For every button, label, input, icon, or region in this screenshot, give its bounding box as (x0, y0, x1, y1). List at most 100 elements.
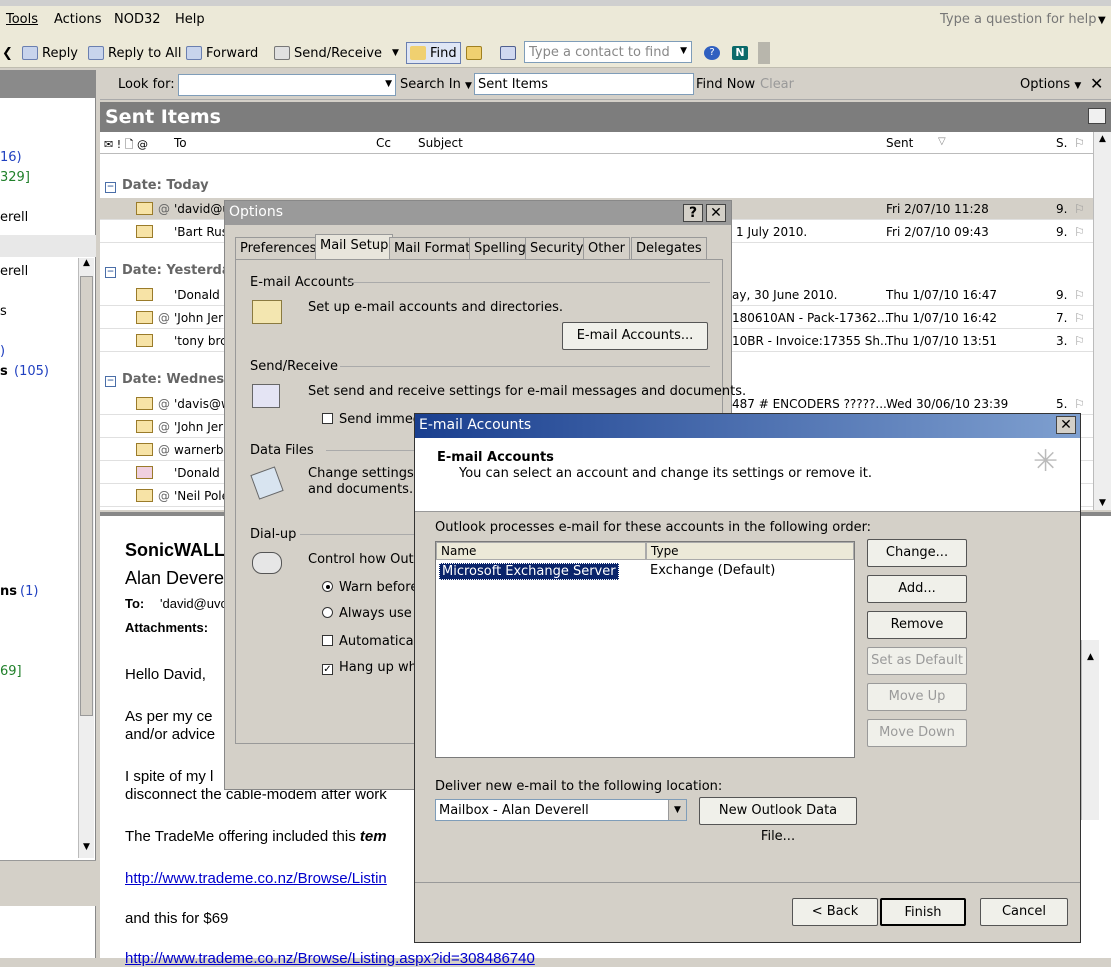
back-button[interactable]: < Back (792, 898, 878, 926)
flag-icon[interactable]: ⚐ (1074, 334, 1085, 348)
nav-folder-count[interactable]: (1) (20, 584, 38, 599)
close-icon[interactable]: ✕ (706, 204, 726, 222)
scroll-down-icon[interactable]: ▼ (79, 842, 94, 858)
menu-tools[interactable]: Tools (6, 12, 38, 27)
previous-icon[interactable]: ❮ (2, 42, 13, 64)
email-accounts-button[interactable]: E-mail Accounts... (562, 322, 708, 350)
search-in-field[interactable]: Sent Items (474, 73, 694, 95)
column-sent[interactable]: Sent (886, 136, 913, 150)
cancel-button[interactable]: Cancel (980, 898, 1068, 926)
column-cc[interactable]: Cc (376, 136, 391, 150)
flag-column-icon[interactable]: ⚐ (1074, 136, 1085, 150)
help-icon[interactable]: ? (683, 204, 703, 222)
scroll-down-icon[interactable]: ▼ (1094, 498, 1111, 508)
close-icon[interactable]: ✕ (1056, 416, 1076, 434)
menu-help[interactable]: Help (175, 12, 205, 27)
account-name[interactable]: Microsoft Exchange Server (439, 563, 619, 580)
add-button[interactable]: Add... (867, 575, 967, 603)
move-up-button[interactable]: Move Up (867, 683, 967, 711)
scroll-up-icon[interactable]: ▲ (1094, 134, 1111, 144)
group-header[interactable]: − Date: Yesterda (105, 263, 231, 278)
change-button[interactable]: Change... (867, 539, 967, 567)
body-link[interactable]: http://www.trademe.co.nz/Browse/Listin (125, 870, 387, 887)
nav-folder-count[interactable]: (105) (14, 364, 49, 379)
column-icons[interactable]: ✉ ! 🗋 @ (104, 136, 148, 155)
close-find-bar-icon[interactable]: ✕ (1090, 74, 1103, 93)
scroll-up-icon[interactable]: ▲ (79, 258, 94, 274)
column-subject[interactable]: Subject (418, 136, 463, 150)
reading-pane-scrollbar[interactable]: ▲ (1081, 640, 1099, 820)
menu-actions[interactable]: Actions (54, 12, 102, 27)
nav-folder[interactable]: s (0, 364, 8, 379)
clear-button[interactable]: Clear (760, 77, 794, 92)
address-book-icon[interactable] (500, 42, 516, 64)
organize-icon[interactable] (466, 42, 482, 64)
folder-view-icon[interactable] (1088, 108, 1106, 124)
toolbar-overflow-icon[interactable] (758, 42, 770, 64)
search-in-button[interactable]: Search In ▼ (400, 77, 472, 92)
nav-folder[interactable]: erell (0, 210, 28, 225)
finish-button[interactable]: Finish (880, 898, 966, 926)
look-for-input[interactable]: ▼ (178, 74, 396, 96)
send-receive-description: Set send and receive settings for e-mail… (308, 384, 747, 399)
forward-button[interactable]: Forward (186, 42, 258, 64)
flag-icon[interactable]: ⚐ (1074, 397, 1085, 411)
contact-search-box[interactable]: Type a contact to find ▼ (524, 41, 692, 63)
help-question-box[interactable]: Type a question for help (940, 12, 1097, 27)
chevron-down-icon[interactable]: ▼ (668, 800, 686, 820)
nav-buttons (0, 860, 96, 906)
automatically-checkbox[interactable]: Automatically (322, 634, 429, 649)
nav-folder[interactable]: s (0, 304, 7, 319)
remove-button[interactable]: Remove (867, 611, 967, 639)
send-receive-button[interactable]: Send/Receive ▼ (274, 42, 399, 64)
find-button[interactable]: Find (406, 42, 461, 64)
menu-bar: Tools Actions NOD32 Help Type a question… (0, 0, 1111, 36)
tab-security[interactable]: Security (525, 237, 589, 259)
flag-icon[interactable]: ⚐ (1074, 311, 1085, 325)
nod32-icon[interactable]: N (732, 42, 748, 64)
column-to[interactable]: To (174, 136, 187, 150)
reply-all-button[interactable]: Reply to All (88, 42, 181, 64)
nav-folder-count[interactable]: 16) (0, 150, 22, 165)
deliver-location-select[interactable]: Mailbox - Alan Deverell ▼ (435, 799, 687, 821)
body-link[interactable]: http://www.trademe.co.nz/Browse/Listing.… (125, 950, 535, 967)
column-name[interactable]: Name (436, 542, 646, 560)
tab-mail-setup[interactable]: Mail Setup (315, 234, 394, 260)
nav-folder[interactable]: erell (0, 264, 28, 279)
find-options-button[interactable]: Options ▼ (1020, 77, 1081, 92)
warn-before-radio[interactable]: Warn before (322, 580, 418, 595)
tab-other[interactable]: Other (583, 237, 630, 259)
new-data-file-button[interactable]: New Outlook Data File... (699, 797, 857, 844)
help-icon[interactable]: ? (704, 42, 720, 64)
tab-delegates[interactable]: Delegates (631, 237, 707, 259)
tab-preferences[interactable]: Preferences (235, 237, 322, 259)
accounts-list[interactable]: Name Type Microsoft Exchange Server Exch… (435, 541, 855, 758)
move-down-button[interactable]: Move Down (867, 719, 967, 747)
contact-dropdown-icon[interactable]: ▼ (680, 46, 687, 56)
nav-scroll-thumb[interactable] (80, 276, 93, 716)
flag-icon[interactable]: ⚐ (1074, 288, 1085, 302)
tab-mail-format[interactable]: Mail Format (389, 237, 476, 259)
nav-folder-count[interactable]: 69] (0, 664, 22, 679)
flag-icon[interactable]: ⚐ (1074, 202, 1085, 216)
envelope-icon (136, 288, 153, 301)
send-immediately-checkbox[interactable]: Send immedi (322, 412, 425, 427)
menu-nod32[interactable]: NOD32 (114, 12, 161, 27)
scroll-up-icon[interactable]: ▲ (1082, 652, 1099, 662)
find-now-button[interactable]: Find Now (696, 77, 755, 92)
nav-folder-count[interactable]: ) (0, 344, 5, 359)
reply-button[interactable]: Reply (22, 42, 78, 64)
flag-icon[interactable]: ⚐ (1074, 225, 1085, 239)
message-list-scrollbar[interactable]: ▲ ▼ (1093, 132, 1111, 510)
column-type[interactable]: Type (646, 542, 854, 560)
nav-scrollbar[interactable]: ▲ ▼ (78, 258, 94, 858)
group-header[interactable]: − Date: Today (105, 178, 209, 193)
help-dropdown-icon[interactable]: ▼ (1098, 15, 1106, 26)
nav-folder[interactable]: ns (0, 584, 17, 599)
nav-folder-count[interactable]: 329] (0, 170, 30, 185)
group-header[interactable]: − Date: Wednesd (105, 372, 233, 387)
column-size[interactable]: S. (1056, 136, 1067, 150)
look-for-dropdown-icon[interactable]: ▼ (385, 79, 392, 89)
tab-spelling[interactable]: Spelling (469, 237, 531, 259)
set-as-default-button[interactable]: Set as Default (867, 647, 967, 675)
